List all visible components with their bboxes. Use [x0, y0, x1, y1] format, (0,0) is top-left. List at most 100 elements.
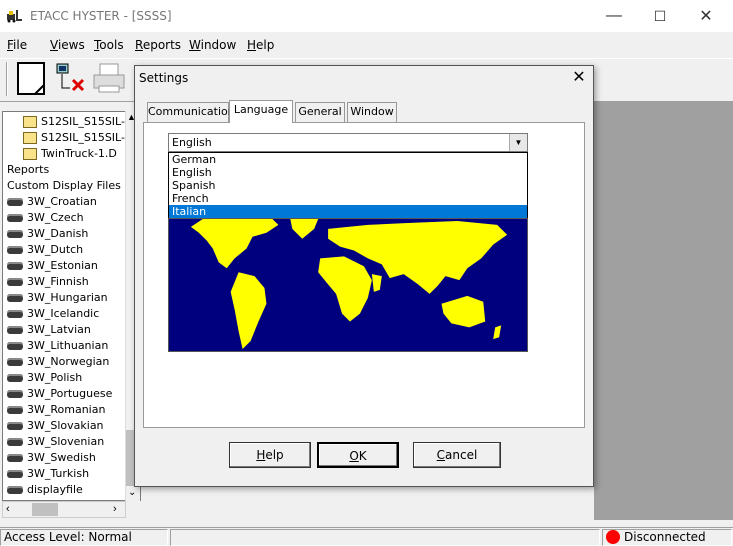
disk-icon — [7, 246, 23, 254]
language-option-german[interactable]: German — [169, 153, 527, 166]
scroll-right-icon[interactable]: › — [113, 503, 117, 515]
tree-horizontal-scroll-thumb[interactable] — [32, 503, 58, 516]
new-document-icon[interactable] — [13, 60, 53, 98]
tree-item[interactable]: 3W_Hungarian — [7, 290, 108, 306]
window-title: ETACC HYSTER - [SSSS] — [30, 9, 172, 23]
tree-item[interactable]: 3W_Czech — [7, 210, 84, 226]
tree-item-label: 3W_Latvian — [27, 323, 91, 336]
disk-icon — [7, 198, 23, 206]
tree-item[interactable]: 3W_Polish — [7, 370, 82, 386]
connection-status-label: Disconnected — [624, 530, 706, 544]
disk-icon — [7, 438, 23, 446]
language-select[interactable]: English — [168, 133, 528, 152]
printer-icon[interactable] — [90, 60, 130, 98]
disk-icon — [7, 454, 23, 462]
language-option-french[interactable]: French — [169, 192, 527, 205]
folder-icon — [23, 132, 37, 144]
tree-item[interactable]: 3W_Slovakian — [7, 418, 104, 434]
disk-icon — [7, 262, 23, 270]
tree-item[interactable]: Custom Display Files — [7, 178, 121, 194]
disk-icon — [7, 374, 23, 382]
settings-dialog: Settings ✕ Communication Language Genera… — [134, 65, 594, 487]
tree-horizontal-scrollbar[interactable] — [2, 501, 126, 518]
disk-icon — [7, 230, 23, 238]
tree-item[interactable]: 3W_Estonian — [7, 258, 98, 274]
menu-window[interactable]: Window — [189, 38, 236, 52]
tree-item-label: 3W_Dutch — [27, 243, 84, 256]
disk-icon — [7, 326, 23, 334]
tree-item[interactable]: 3W_Icelandic — [7, 306, 99, 322]
chevron-down-icon[interactable]: ▼ — [509, 134, 527, 151]
tree-item-label: 3W_Finnish — [27, 275, 89, 288]
tree-item[interactable]: 3W_Swedish — [7, 450, 96, 466]
tab-window[interactable]: Window — [347, 102, 397, 122]
language-option-italian[interactable]: Italian — [169, 205, 527, 218]
tree-item[interactable]: S12SIL_S15SIL- — [23, 114, 125, 130]
tree-item[interactable]: 3W_Turkish — [7, 466, 89, 482]
tree-item-label: 3W_Croatian — [27, 195, 97, 208]
menu-file[interactable]: File — [7, 38, 27, 52]
tree-item-label: S12SIL_S15SIL- — [41, 115, 125, 128]
disk-icon — [7, 390, 23, 398]
tree-item-label: 3W_Czech — [27, 211, 84, 224]
tree-item[interactable]: displayfile — [7, 482, 83, 498]
disk-icon — [7, 470, 23, 478]
tree-item[interactable]: 3W_Croatian — [7, 194, 97, 210]
maximize-button[interactable]: ☐ — [637, 0, 683, 32]
tree-item[interactable]: 3W_Dutch — [7, 242, 83, 258]
help-button[interactable]: Help — [229, 442, 311, 468]
world-map-image — [168, 218, 528, 352]
tree-item[interactable]: 3W_Romanian — [7, 402, 105, 418]
tree-item-label: 3W_Slovakian — [27, 419, 104, 432]
scroll-down-icon[interactable]: ⌄ — [128, 487, 136, 498]
access-level-status: Access Level: Normal — [0, 529, 168, 546]
disk-icon — [7, 406, 23, 414]
disconnect-icon[interactable] — [52, 60, 92, 98]
tree-item[interactable]: S12SIL_S15SIL- — [23, 130, 125, 146]
menu-views[interactable]: Views — [50, 38, 85, 52]
tab-general[interactable]: General — [295, 102, 345, 122]
cancel-button[interactable]: Cancel — [413, 442, 501, 468]
tree-item-label: 3W_Portuguese — [27, 387, 113, 400]
language-option-english[interactable]: English — [169, 166, 527, 179]
language-dropdown-list: German English Spanish French Italian — [168, 152, 528, 218]
toolbar-grip — [6, 62, 8, 96]
tree-item-label: 3W_Swedish — [27, 451, 96, 464]
disconnected-indicator-icon — [606, 530, 620, 544]
menu-tools[interactable]: Tools — [94, 38, 124, 52]
ok-button[interactable]: OK — [317, 442, 399, 468]
menu-reports[interactable]: Reports — [135, 38, 181, 52]
status-pane-empty — [170, 529, 600, 546]
tab-communication[interactable]: Communication — [147, 102, 235, 122]
tree-item-label: TwinTruck-1.D — [41, 147, 117, 160]
disk-icon — [7, 358, 23, 366]
tree-item[interactable]: 3W_Portuguese — [7, 386, 112, 402]
workspace-area — [594, 102, 733, 520]
tree-item[interactable]: 3W_Slovenian — [7, 434, 104, 450]
tree-item[interactable]: TwinTruck-1.D — [23, 146, 117, 162]
tree-item[interactable]: 3W_Norwegian — [7, 354, 109, 370]
scroll-left-icon[interactable]: ‹ — [6, 503, 10, 515]
tab-language[interactable]: Language — [229, 100, 293, 123]
disk-icon — [7, 486, 23, 494]
close-button[interactable]: ✕ — [683, 0, 729, 32]
tree-item-label: 3W_Polish — [27, 371, 83, 384]
file-tree[interactable]: S12SIL_S15SIL- S12SIL_S15SIL- TwinTruck-1.… — [2, 111, 141, 501]
tree-item[interactable]: 3W_Danish — [7, 226, 88, 242]
tree-item-label: 3W_Icelandic — [27, 307, 100, 320]
dialog-title: Settings — [139, 71, 189, 85]
tree-item-label: 3W_Estonian — [27, 259, 98, 272]
menu-help[interactable]: Help — [247, 38, 274, 52]
minimize-button[interactable]: — — [591, 0, 637, 32]
tree-item[interactable]: 3W_Finnish — [7, 274, 89, 290]
tree-item-label: 3W_Danish — [27, 227, 89, 240]
tree-item-label: 3W_Slovenian — [27, 435, 105, 448]
tree-item[interactable]: 3W_Latvian — [7, 322, 91, 338]
dialog-close-icon[interactable]: ✕ — [571, 69, 587, 87]
tree-item[interactable]: 3W_Lithuanian — [7, 338, 108, 354]
language-option-spanish[interactable]: Spanish — [169, 179, 527, 192]
disk-icon — [7, 310, 23, 318]
disk-icon — [7, 294, 23, 302]
disk-icon — [7, 422, 23, 430]
tree-item[interactable]: Reports — [7, 162, 49, 178]
